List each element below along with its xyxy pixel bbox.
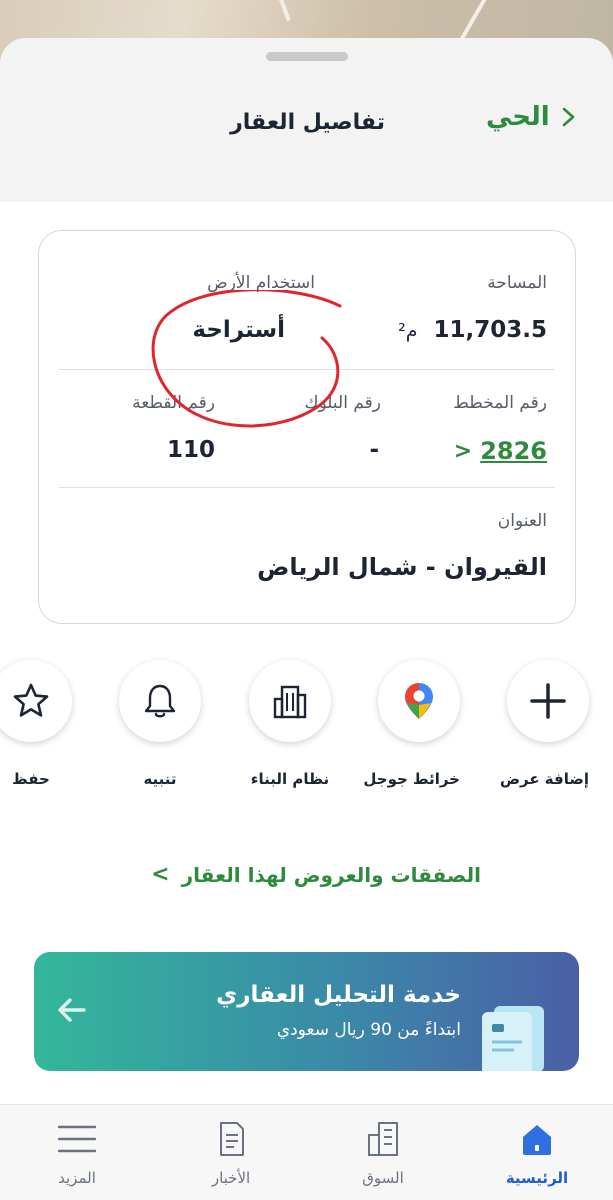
google-maps-button[interactable]: خرائط جوجل	[363, 660, 460, 788]
google-maps-label: خرائط جوجل	[363, 770, 460, 788]
arrow-left-icon	[58, 998, 86, 1022]
map-pin-icon	[405, 683, 433, 719]
tab-market[interactable]: السوق	[328, 1119, 438, 1187]
tab-home-label: الرئيسية	[505, 1169, 569, 1187]
deals-offers-link[interactable]: < الصفقات والعروض لهذا العقار	[151, 862, 481, 887]
building-icon	[273, 685, 307, 719]
tab-market-label: السوق	[362, 1169, 404, 1187]
sheet-header: تفاصيل العقار الحي	[0, 38, 613, 202]
red-circle-annotation	[151, 290, 342, 428]
market-icon	[368, 1122, 398, 1156]
document-icon	[482, 1006, 544, 1071]
plus-icon	[530, 683, 566, 719]
save-label: حفظ	[12, 770, 50, 788]
building-regulation-button[interactable]: نظام البناء	[249, 660, 331, 788]
tab-home[interactable]: الرئيسية	[482, 1119, 592, 1187]
area-unit: م²	[398, 320, 418, 342]
alert-button[interactable]: تنبيه	[119, 660, 201, 788]
area-label: المساحة	[487, 273, 547, 293]
address-value: القيروان - شمال الرياض	[257, 553, 547, 581]
save-circle	[0, 660, 72, 742]
building-regulation-label: نظام البناء	[250, 770, 330, 788]
save-button[interactable]: حفظ	[0, 660, 72, 788]
back-button[interactable]: الحي	[486, 102, 578, 132]
parcel-number-value: 110	[166, 437, 215, 463]
banner-title: خدمة التحليل العقاري	[216, 982, 461, 1008]
chevron-left-icon: <	[453, 438, 473, 464]
menu-icon	[57, 1125, 97, 1153]
banner-subtitle: ابتداءً من 90 ريال سعودي	[276, 1020, 461, 1040]
add-offer-button[interactable]: إضافة عرض	[499, 660, 589, 788]
area-number: 11,703.5	[433, 317, 548, 343]
divider	[59, 487, 555, 488]
alert-circle	[119, 660, 201, 742]
property-details-sheet: تفاصيل العقار الحي المساحة 11,703.5 م² ا…	[0, 38, 613, 1200]
home-icon	[523, 1125, 551, 1155]
back-label: الحي	[486, 102, 550, 132]
bell-icon	[144, 684, 176, 718]
star-icon	[13, 683, 49, 717]
tab-more[interactable]: المزيد	[22, 1119, 132, 1187]
quick-actions-row: إضافة عرض خرائط جوجل نظام البناء تنبيه ح…	[0, 660, 613, 800]
bottom-tab-bar: الرئيسية السوق الأخبار المزيد	[0, 1104, 613, 1200]
plan-number-label: رقم المخطط	[453, 393, 547, 413]
tab-news-label: الأخبار	[211, 1169, 251, 1187]
map-road	[273, 0, 291, 22]
block-number-value: -	[369, 437, 379, 463]
google-maps-circle	[378, 660, 460, 742]
building-regulation-circle	[249, 660, 331, 742]
tab-more-label: المزيد	[58, 1169, 96, 1187]
tab-news[interactable]: الأخبار	[176, 1119, 286, 1187]
page-title: تفاصيل العقار	[230, 110, 385, 135]
real-estate-analysis-banner[interactable]: خدمة التحليل العقاري ابتداءً من 90 ريال …	[34, 952, 579, 1071]
deals-offers-label: الصفقات والعروض لهذا العقار	[181, 862, 481, 887]
chevron-left-icon: <	[151, 862, 170, 887]
alert-label: تنبيه	[143, 770, 177, 788]
plan-number-link[interactable]: 2826 <	[454, 437, 547, 465]
area-value: 11,703.5 م²	[398, 317, 547, 343]
plan-number-value: 2826	[480, 437, 547, 465]
chevron-right-icon	[562, 107, 575, 127]
add-offer-label: إضافة عرض	[499, 770, 589, 788]
add-offer-circle	[507, 660, 589, 742]
address-label: العنوان	[497, 511, 547, 531]
news-icon	[220, 1122, 244, 1156]
drag-handle[interactable]	[266, 52, 348, 61]
